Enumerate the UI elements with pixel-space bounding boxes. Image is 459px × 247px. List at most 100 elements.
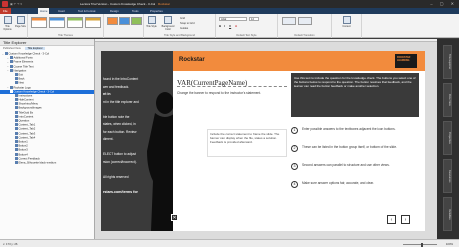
title-tree[interactable]: – Custom Knowledge Check - 3-Col – Addition… xyxy=(0,52,94,239)
slide-instruction-line: states, when clicked, in xyxy=(103,122,136,126)
tree-item-label: Content_Tab1 xyxy=(18,123,36,127)
slide-instruction-line: nt in xyxy=(103,92,111,96)
page-icon xyxy=(14,131,18,135)
title-style-button[interactable]: Title Style xyxy=(146,16,157,32)
tree-item-label: Back xyxy=(18,77,25,81)
page-icon xyxy=(14,156,18,160)
tree-item-label: TitleGuid Bx xyxy=(18,111,34,115)
zoom-slider-knob[interactable] xyxy=(420,242,423,247)
zoom-slider[interactable] xyxy=(403,242,437,247)
side-tab[interactable]: Title Explorer xyxy=(443,45,452,79)
bold-button[interactable]: B xyxy=(219,24,221,28)
font-name-select[interactable]: Arial xyxy=(219,17,247,21)
snap-to-grid-toggle[interactable]: Snap to Grid xyxy=(180,22,195,25)
next-button[interactable]: › xyxy=(401,215,410,224)
ribbon: Title Options Page Size Title Themes Tit… xyxy=(0,14,459,38)
feedback-box[interactable]: Include the correct statement to frame t… xyxy=(207,129,287,157)
status-bar: x: 173 y: 26 100% xyxy=(0,239,459,247)
cursor-position: x: 173 y: 26 xyxy=(3,242,18,246)
answer-option[interactable]: 2 These can be listed in the button group… xyxy=(291,145,419,161)
underline-button[interactable]: U xyxy=(229,24,231,28)
side-tab[interactable]: Flow View xyxy=(443,83,452,117)
window-controls[interactable]: – ▢ ✕ xyxy=(430,1,457,6)
app-icon xyxy=(2,1,8,7)
tab-properties[interactable]: Properties xyxy=(150,9,163,13)
text-style-group-label: Default Text Style xyxy=(236,34,257,37)
answer-number-button[interactable]: 2 xyxy=(291,145,298,152)
page-icon xyxy=(14,144,18,148)
slide-instruction-line: rsion (correct/incorrect). xyxy=(103,159,137,164)
transition-thumbnail[interactable] xyxy=(298,17,312,25)
page-icon xyxy=(14,72,18,76)
side-tab[interactable]: Resources xyxy=(443,159,452,193)
theme-thumbnail[interactable] xyxy=(85,17,101,28)
page-icon xyxy=(4,52,8,55)
content-button[interactable]: Content xyxy=(341,16,352,32)
page-size-icon xyxy=(16,16,25,24)
zoom-level: 100% xyxy=(445,242,453,246)
tree-item-label: Instructions xyxy=(18,94,33,98)
ribbon-group-style: Title Style Background Color Grid Snap t… xyxy=(144,14,216,38)
page-icon xyxy=(14,81,18,85)
page-icon xyxy=(14,152,18,156)
answer-option[interactable]: 3 Second answers can parallel to structur… xyxy=(291,163,419,179)
theme-thumbnail[interactable] xyxy=(67,17,83,28)
page-icon xyxy=(14,139,18,143)
answer-text: Make sure answer options fair, accurate,… xyxy=(302,181,374,185)
theme-thumbnail[interactable] xyxy=(49,17,65,28)
color-swatch[interactable] xyxy=(119,17,130,25)
guides-toggle[interactable]: Guides xyxy=(180,27,188,30)
page-size-button[interactable]: Page Size xyxy=(15,16,26,32)
italic-button[interactable]: I xyxy=(224,24,225,28)
instruction-text[interactable]: Change the banner to respond to the inst… xyxy=(177,91,287,95)
theme-thumbnail[interactable] xyxy=(31,17,47,28)
page-icon xyxy=(14,93,18,97)
answer-number-button[interactable]: 4 xyxy=(291,181,298,188)
tree-item-label: Content_Tab3 xyxy=(18,132,36,136)
tab-design[interactable]: Design xyxy=(110,9,119,13)
page-canvas[interactable]: found in the IntroContent wer and feedbac… xyxy=(95,39,437,239)
font-size-select[interactable]: 12 xyxy=(249,17,259,21)
brand-name: Rockstar xyxy=(179,57,205,63)
background-color-button[interactable]: Background Color xyxy=(160,16,176,32)
transition-thumbnail[interactable] xyxy=(282,17,296,25)
page-icon xyxy=(14,127,18,131)
content-icon xyxy=(342,16,351,24)
answer-option[interactable]: 1 Enter possible answers to the textboxes… xyxy=(291,127,419,143)
font-color-button[interactable]: A xyxy=(235,24,237,28)
answer-option[interactable]: 4 Make sure answer options fair, accurate… xyxy=(291,181,419,197)
page-icon xyxy=(9,85,13,89)
tree-item-label: Additional Fonts xyxy=(13,56,33,60)
color-swatch[interactable] xyxy=(131,17,142,25)
prev-button[interactable]: ‹ xyxy=(387,215,396,224)
slide-instruction-line: ELECT button to adjust xyxy=(103,152,136,156)
color-swatch[interactable] xyxy=(107,17,118,25)
answer-number-button[interactable]: 1 xyxy=(291,127,298,134)
page-icon xyxy=(14,110,18,114)
side-tab[interactable]: Variables xyxy=(443,197,452,231)
tree-item-label: Custom Knowledge Check - 3-Col xyxy=(13,90,54,94)
slide-header: Rockstar ROCKSTAR LEARNING xyxy=(173,51,425,71)
tab-published-view[interactable]: Published View xyxy=(3,47,21,50)
quick-access-toolbar[interactable]: ▣ ↶ ↷ ▾ xyxy=(10,2,22,6)
tree-item-label: HideContent xyxy=(18,98,34,102)
tree-item-label: Button2 xyxy=(18,144,28,148)
title-options-button[interactable]: Title Options xyxy=(2,16,13,32)
tab-insert[interactable]: Insert xyxy=(58,9,65,13)
tab-text-format[interactable]: Text & Format xyxy=(78,9,95,13)
ribbon-group-themes: Title Themes xyxy=(28,14,104,38)
tab-tools[interactable]: Tools xyxy=(132,9,139,13)
tree-item-label: Content_Tab4 xyxy=(18,136,36,140)
tab-title-explorer[interactable]: Title Explorer xyxy=(25,47,45,50)
answer-number-button[interactable]: 3 xyxy=(291,163,298,170)
question-box[interactable]: Use this text to include the question fo… xyxy=(291,73,419,117)
page-icon xyxy=(14,160,18,164)
grid-toggle[interactable]: Grid xyxy=(180,17,185,20)
page-name-variable[interactable]: VAR(CurrentPageName) xyxy=(177,79,287,87)
tree-item[interactable]: Elena_Silhouette black-medium xyxy=(0,160,94,165)
side-tab[interactable]: Properties xyxy=(443,121,452,155)
close-button[interactable]: ✕ xyxy=(171,214,178,221)
slide[interactable]: found in the IntroContent wer and feedbac… xyxy=(101,51,425,231)
tree-item-label: Navigation xyxy=(13,69,27,73)
page-icon xyxy=(14,119,18,122)
